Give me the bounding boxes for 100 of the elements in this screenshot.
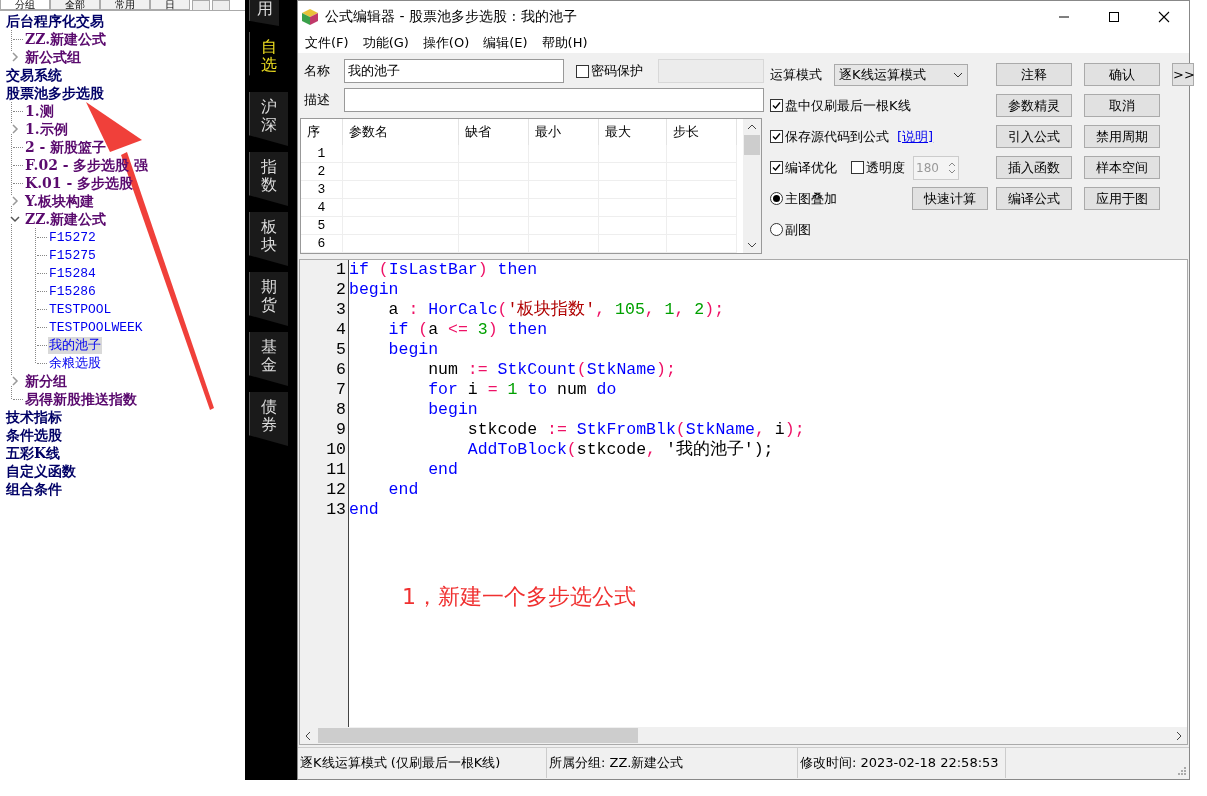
line-number: 10 [325,440,346,460]
column-header[interactable]: 步长 [667,119,737,145]
tree-group[interactable]: ZZ.新建公式 [24,210,108,228]
tree-category[interactable]: 自定义函数 [5,462,77,480]
tree-formula[interactable]: TESTPOOLWEEK [48,318,144,336]
side-tab[interactable]: 期货 [249,272,288,326]
tree-formula[interactable]: F15286 [48,282,97,300]
button[interactable]: 参数精灵 [996,94,1072,117]
checkbox[interactable]: 透明度 [851,158,905,177]
scroll-thumb[interactable] [744,135,760,155]
description-field[interactable] [343,88,764,112]
horizontal-scrollbar[interactable] [300,727,1187,744]
line-number: 7 [335,380,346,400]
column-header[interactable]: 参数名 [343,119,459,145]
side-tab[interactable]: 基金 [249,332,288,386]
checkbox[interactable]: 保存源代码到公式 [770,127,889,146]
scroll-thumb[interactable] [318,728,638,743]
line-number: 12 [325,480,346,500]
tree-group[interactable]: 易得新股推送指数 [24,390,138,408]
side-tab[interactable]: 板块 [249,212,288,266]
code-line: if (a <= 3) then [387,320,548,340]
tree-category[interactable]: 交易系统 [5,66,63,84]
button[interactable]: 引入公式 [996,125,1072,148]
menu-item[interactable]: 文件(F) [300,34,356,52]
code-line: stkcode := StkFromBlk(StkName, i); [466,420,805,440]
side-tab[interactable]: 债券 [249,392,288,446]
tree-category[interactable]: 股票池多步选股 [5,84,105,102]
button[interactable]: 插入函数 [996,156,1072,179]
panel-tab[interactable]: 分组 [0,0,50,10]
code-line: end [349,500,379,520]
tree-group[interactable]: Y.板块构建 [24,192,96,210]
side-tab[interactable]: 沪深 [249,92,288,146]
code-line: num := StkCount(StkName); [427,360,676,380]
panel-tab[interactable]: 日 [150,0,190,10]
column-header[interactable]: 最小 [529,119,599,145]
name-field[interactable]: 我的池子 [344,59,564,83]
code-line: end [387,480,419,500]
table-cell [529,235,599,253]
tree-formula[interactable]: TESTPOOL [48,300,113,318]
menu-item[interactable]: 帮助(H) [536,34,595,52]
menu-item[interactable]: 功能(G) [357,34,416,52]
button[interactable]: 编译公式 [996,187,1072,210]
panel-tab[interactable]: 常用 [100,0,150,10]
tree-formula[interactable]: 余粮选股 [48,354,102,372]
button[interactable]: 注释 [996,63,1072,86]
checkbox[interactable]: 编译优化 [770,158,837,177]
button[interactable]: 取消 [1084,94,1160,117]
scroll-button[interactable] [212,0,230,11]
tree-group[interactable]: 新公式组 [24,48,82,66]
button[interactable]: 样本空间 [1084,156,1160,179]
tree-category[interactable]: 后台程序化交易 [5,12,105,30]
tree-category[interactable]: 组合条件 [5,480,63,498]
code-editor[interactable] [299,259,1188,745]
button[interactable]: 禁用周期 [1084,125,1160,148]
mode-dropdown[interactable]: 逐K线运算模式 [834,63,968,86]
line-number: 6 [335,360,346,380]
line-number: 13 [325,500,346,520]
menu-item[interactable]: 编辑(E) [478,34,535,52]
code-line: begin [387,340,439,360]
spin-up-icon [948,161,956,167]
tree-formula[interactable]: F15275 [48,246,97,264]
close-icon [1158,11,1170,23]
tree-category[interactable]: 条件选股 [5,426,63,444]
code-line: begin [427,400,478,420]
scroll-button[interactable] [192,0,210,11]
tree-group[interactable]: 新分组 [24,372,68,390]
tree-formula[interactable]: F15284 [48,264,97,282]
tree-formula[interactable]: F15272 [48,228,97,246]
radio-button[interactable]: 副图 [770,220,811,239]
checkbox[interactable]: 盘中仅刷最后一根K线 [770,96,911,115]
window-title: 公式编辑器 - 股票池多步选股 : 我的池子 [325,8,577,26]
tree-category[interactable]: 技术指标 [5,408,63,426]
tree-category[interactable]: 五彩K线 [5,444,62,462]
button[interactable]: 确认 [1084,63,1160,86]
more-button[interactable]: >> [1172,63,1194,86]
scroll-right-icon [1175,730,1183,741]
side-tab[interactable]: 指数 [249,152,288,206]
tree-formula[interactable]: 我的池子 [48,336,102,354]
menu-item[interactable]: 操作(O) [417,34,477,52]
column-header[interactable]: 最大 [599,119,667,145]
help-link[interactable]: [说明] [897,127,934,146]
line-number: 2 [335,280,346,300]
vertical-scrollbar[interactable] [743,119,761,253]
line-number: 9 [335,420,346,440]
side-tab[interactable]: 用 [249,0,279,26]
panel-tab[interactable]: 全部 [50,0,100,10]
field-label: 名称 [303,62,331,80]
tree-group[interactable]: 1.示例 [24,120,69,138]
checkbox[interactable]: 密码保护 [576,62,643,80]
button[interactable]: 应用于图 [1084,187,1160,210]
radio-button[interactable]: 主图叠加 [770,189,837,208]
column-header[interactable]: 序 [301,119,343,145]
tree-group[interactable]: 1.测 [24,102,55,120]
button[interactable]: 快速计算 [912,187,988,210]
tree-group[interactable]: ZZ.新建公式 [24,30,108,48]
row-number: 6 [301,235,343,253]
column-header[interactable]: 缺省 [459,119,529,145]
table-cell [667,235,737,253]
tree-group[interactable]: 2 - 新股篮子 [24,138,108,156]
line-number: 8 [335,400,346,420]
